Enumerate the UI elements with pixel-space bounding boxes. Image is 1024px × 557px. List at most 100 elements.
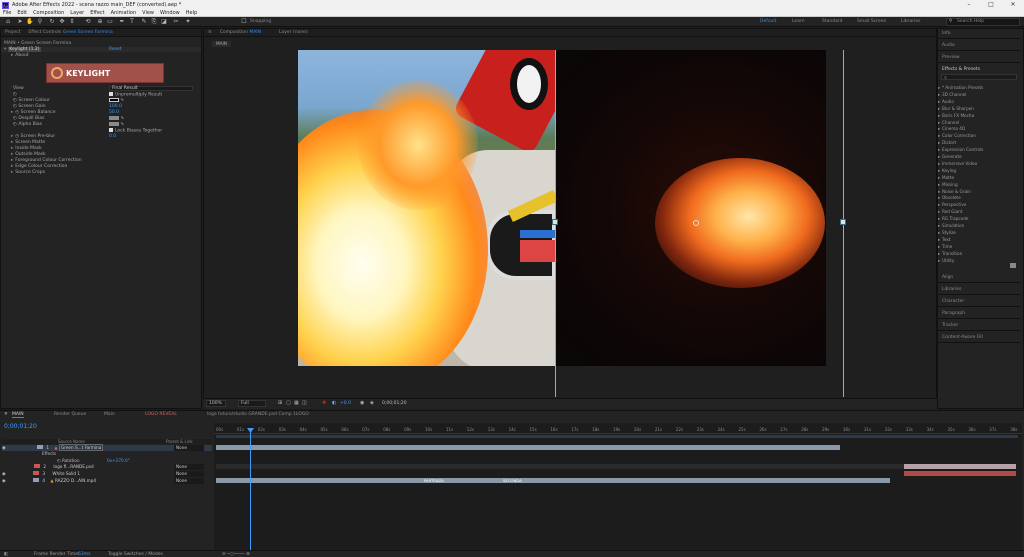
puppet-icon[interactable]: ✦ [184,18,192,26]
despill-bias-swatch[interactable]: ✎ [109,116,124,122]
divider-handle-right[interactable] [840,219,846,225]
show-snapshot-icon[interactable]: ◈ [370,400,374,406]
composition-menu-icon[interactable]: ≡ [208,30,212,35]
tab-effect-controls[interactable]: Effect Controls Green Screen Farmina [28,30,112,35]
timeline-tab-main-2[interactable]: Main [104,412,115,417]
outside-mask-group[interactable]: ▸ Outside Mask [1,152,201,157]
mask-icon[interactable]: ▢ [286,400,291,406]
maximize-button[interactable]: □ [980,0,1002,10]
eraser-icon[interactable]: ◪ [160,18,168,26]
layer-row-3[interactable]: ◉ 3 White Solid 1 None [2,471,212,477]
effect-header-row[interactable]: ▾ Keylight (1.2) Reset [1,47,201,52]
view-dropdown[interactable]: Final Result [109,86,193,91]
effects-category-item[interactable]: 3D Channel [942,92,966,97]
comp-breadcrumb[interactable]: MAIN [212,41,231,47]
brush-icon[interactable]: ✎ [140,18,148,26]
disclosure-arrow-icon[interactable]: ▸ [938,126,940,131]
layer-3-name[interactable]: White Solid 1 [52,471,80,476]
layer-2-name[interactable]: logo fl...RANDE.psd [53,464,93,469]
effects-category-item[interactable]: Audio [942,99,954,104]
disclosure-arrow-icon[interactable]: ▸ [938,133,940,138]
pan-icon[interactable]: ✥ [58,18,66,26]
layer-4-name[interactable]: RAZZO D...AIN.mp4 [55,478,96,483]
effects-category-item[interactable]: Keying [942,168,956,173]
effects-category-item[interactable]: Missing [942,182,958,187]
layer-label-color[interactable] [37,445,43,449]
menu-window[interactable]: Window [160,10,180,16]
effects-category-item[interactable]: Color Correction [942,133,976,138]
zoom-dropdown[interactable]: 100% [206,400,226,407]
effects-category-item[interactable]: Immersive Video [942,161,977,166]
home-icon[interactable]: ⌂ [4,18,12,26]
disclosure-arrow-icon[interactable]: ▸ [938,216,940,221]
visibility-eye-icon[interactable]: ◉ [2,471,6,476]
new-folder-icon[interactable] [1010,263,1016,268]
disclosure-arrow-icon[interactable]: ▸ [938,161,940,166]
layer-label-color[interactable] [34,464,40,468]
time-ruler[interactable]: 00s 01s 02s 03s 04s 05s 06s 07s 08s 09s 10s 11s 12s 1… [214,427,1022,434]
zoom-icon[interactable]: ⚲ [36,18,44,26]
info-panel-header[interactable]: Info [938,28,1020,39]
layer-label-color[interactable] [33,471,39,475]
divider-handle-left[interactable] [552,219,558,225]
region-of-interest-icon[interactable]: ◫ [302,400,307,406]
tracker-panel-header[interactable]: Tracker [938,320,1020,331]
disclosure-arrow-icon[interactable]: ▸ [938,230,940,235]
effects-category-item[interactable]: Transition [942,251,962,256]
workspace-libraries[interactable]: Libraries [901,19,920,24]
about-row[interactable]: ▸ About [1,53,201,58]
workspace-default[interactable]: Default [760,19,776,24]
character-panel-header[interactable]: Character [938,296,1020,307]
libraries-panel-header[interactable]: Libraries [938,284,1020,295]
screen-balance-value[interactable]: 50.0 [109,110,119,115]
effects-category-item[interactable]: Channel [942,120,959,125]
hand-icon[interactable]: ✋ [26,18,34,26]
disclosure-arrow-icon[interactable]: ▸ [938,251,940,256]
stopwatch-icon[interactable]: ◴ [13,92,17,97]
disclosure-arrow-icon[interactable]: ▸ [938,154,940,159]
unpremultiply-checkbox[interactable]: Unpremultiply Result [109,92,162,98]
disclosure-arrow-icon[interactable]: ▸ [938,99,940,104]
screen-matte-group[interactable]: ▸ Screen Matte [1,140,201,145]
layer-3-parent[interactable]: None [174,471,204,477]
effects-category-item[interactable]: Utility [942,258,954,263]
layer-3-duration-bar[interactable] [904,471,1016,476]
marker-partenza[interactable]: PARTENZA [424,478,444,483]
timeline-track-area[interactable] [214,423,1022,551]
disclosure-arrow-icon[interactable]: ▸ [938,237,940,242]
effects-category-item[interactable]: Noise & Grain [942,189,971,194]
tab-composition-main[interactable]: Composition MAIN [220,30,261,35]
effects-category-item[interactable]: Expression Controls [942,147,983,152]
disclosure-arrow-icon[interactable]: ▸ [938,258,940,263]
dolly-icon[interactable]: ⇕ [68,18,76,26]
search-help-input[interactable]: ⚲ Search Help [946,18,1020,26]
selection-icon[interactable]: ➤ [16,18,24,26]
layer-row-2[interactable]: 2 logo fl...RANDE.psd None [2,464,212,470]
menu-effect[interactable]: Effect [90,10,104,16]
channel-icon[interactable]: ✚ [322,400,326,406]
pen-icon[interactable]: ✒ [118,18,126,26]
grid-icon[interactable]: ⊞ [278,400,282,406]
align-panel-header[interactable]: Align [938,272,1020,283]
disclosure-arrow-icon[interactable]: ▸ [938,209,940,214]
effects-category-item[interactable]: Blur & Sharpen [942,106,974,111]
timeline-tab-logo-comp[interactable]: logo futuro/studio GRANDE.psd Comp 1LOGO [207,412,309,417]
visibility-eye-icon[interactable]: ◉ [2,478,6,483]
menu-file[interactable]: File [3,10,11,16]
disclosure-arrow-icon[interactable]: ▸ [938,195,940,200]
menu-help[interactable]: Help [186,10,197,16]
disclosure-arrow-icon[interactable]: ▸ [938,120,940,125]
screen-colour-swatch[interactable]: ✎ [109,98,124,104]
screen-preblur-value[interactable]: 0.0 [109,134,116,139]
disclosure-arrow-icon[interactable]: ▸ [938,113,940,118]
eyedropper-icon[interactable]: ✎ [120,117,124,122]
disclosure-arrow-icon[interactable]: ▸ [938,106,940,111]
timeline-tab-main[interactable]: MAIN [12,412,24,418]
layer-1-duration-bar[interactable] [216,445,840,450]
layer-1-name[interactable]: Green S...t Farmina [58,444,104,451]
effects-category-item[interactable]: Stylize [942,230,956,235]
clone-icon[interactable]: ⎘ [150,18,158,26]
workspace-small-screen[interactable]: Small Screen [857,19,886,24]
menu-view[interactable]: View [142,10,154,16]
inside-mask-group[interactable]: ▸ Inside Mask [1,146,201,151]
